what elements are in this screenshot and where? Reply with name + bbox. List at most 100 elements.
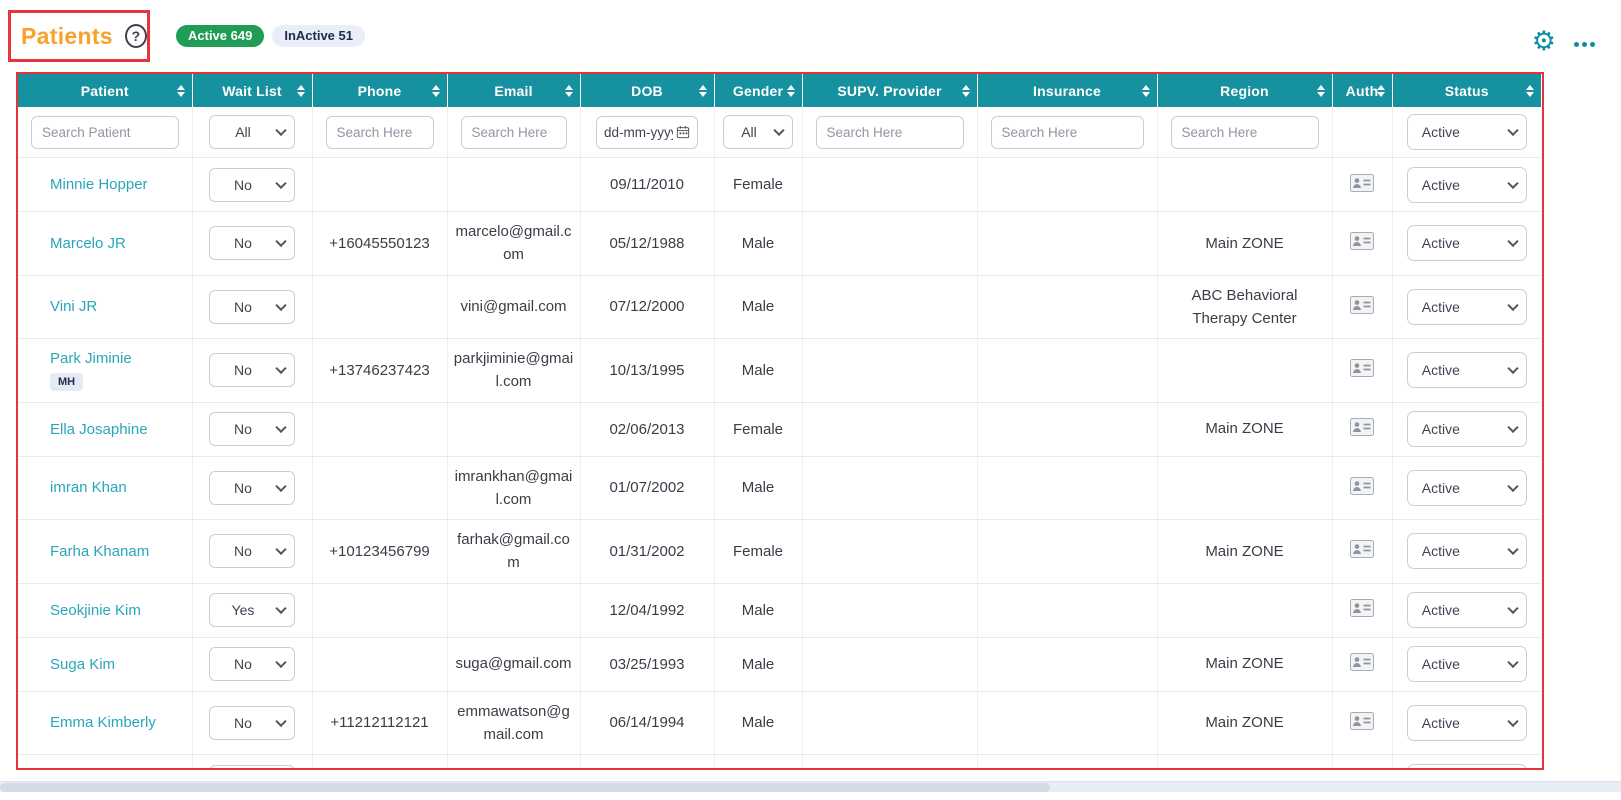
sort-icon[interactable]: [961, 84, 970, 97]
status-select[interactable]: Active: [1406, 352, 1527, 389]
auth-card-icon[interactable]: [1350, 359, 1374, 378]
auth-card-icon[interactable]: [1350, 711, 1374, 730]
auth-card-icon[interactable]: [1350, 540, 1374, 559]
sort-icon[interactable]: [176, 84, 185, 97]
sort-icon[interactable]: [1526, 84, 1534, 97]
sort-icon[interactable]: [698, 84, 707, 97]
patient-name-link[interactable]: Emma Kimberly: [50, 714, 156, 731]
column-header-dob[interactable]: DOB: [580, 74, 715, 107]
sort-icon[interactable]: [1316, 84, 1325, 97]
region-cell: [1157, 583, 1333, 638]
sort-icon[interactable]: [1376, 84, 1385, 97]
wait-list-select[interactable]: No: [209, 226, 295, 261]
patient-name-link[interactable]: imran Khan: [50, 479, 127, 496]
gender-cell: Male: [714, 211, 803, 276]
sort-icon[interactable]: [431, 84, 440, 97]
sort-icon[interactable]: [1141, 84, 1150, 97]
status-select[interactable]: Active: [1406, 704, 1527, 741]
gender-cell: Male: [714, 583, 803, 638]
wait-list-select[interactable]: No: [209, 647, 295, 681]
patient-name-link[interactable]: Suga Kim: [50, 656, 115, 673]
patient-cell: Park Jiminie MH: [18, 338, 193, 403]
column-header-status[interactable]: Status: [1392, 74, 1541, 107]
column-header-region[interactable]: Region: [1157, 74, 1333, 107]
patient-name-link[interactable]: Seokjinie Kim: [50, 602, 141, 619]
wait-list-select[interactable]: No: [209, 167, 295, 202]
filter-input-email[interactable]: [460, 115, 567, 149]
filter-input-phone[interactable]: [325, 115, 434, 149]
column-header-patient[interactable]: Patient: [18, 74, 193, 107]
column-header-supv-provider[interactable]: SUPV. Provider: [802, 74, 978, 107]
auth-card-icon[interactable]: [1350, 599, 1374, 617]
help-icon[interactable]: ?: [124, 24, 147, 48]
supv-provider-cell: [802, 211, 978, 276]
horizontal-scrollbar[interactable]: [0, 781, 1621, 792]
filter-input-insurance[interactable]: [990, 115, 1144, 149]
filter-select-status[interactable]: Active: [1406, 114, 1527, 150]
column-header-email[interactable]: Email: [447, 74, 581, 107]
status-cell: Active: [1392, 583, 1541, 638]
patient-name-link[interactable]: Ella Josaphine: [50, 421, 148, 438]
wait-list-select[interactable]: No: [209, 534, 295, 569]
more-options-icon[interactable]: [1574, 36, 1595, 47]
patient-name-link[interactable]: Park Jiminie: [50, 350, 132, 367]
filter-input-region[interactable]: [1170, 115, 1319, 149]
status-select[interactable]: Active: [1406, 288, 1527, 325]
auth-card-icon[interactable]: [1350, 232, 1374, 251]
auth-card-icon[interactable]: [1350, 653, 1374, 671]
wait-list-cell: No: [192, 275, 313, 339]
status-select[interactable]: Active: [1406, 592, 1527, 628]
filter-row: All dd-mm-yyyy All Active: [18, 107, 1541, 158]
status-select[interactable]: Active: [1406, 411, 1527, 447]
sort-icon[interactable]: [296, 84, 305, 97]
wait-list-select[interactable]: No: [209, 764, 295, 768]
active-count-badge[interactable]: Active 649: [176, 25, 265, 48]
patient-name-link[interactable]: Farha Khanam: [50, 543, 149, 560]
phone-cell: [312, 637, 448, 692]
filter-select-wait-list[interactable]: All: [209, 115, 295, 149]
filter-date-dob[interactable]: dd-mm-yyyy: [596, 115, 698, 149]
status-select[interactable]: Active: [1406, 533, 1527, 570]
wait-list-select[interactable]: No: [209, 353, 295, 388]
status-select[interactable]: Active: [1406, 763, 1527, 768]
column-header-wait-list[interactable]: Wait List: [192, 74, 313, 107]
auth-card-icon[interactable]: [1350, 476, 1374, 495]
sort-icon[interactable]: [564, 84, 573, 97]
dob-cell: 09/11/2010: [580, 157, 715, 212]
filter-input-supv-provider[interactable]: [815, 115, 964, 149]
status-select[interactable]: Active: [1406, 225, 1527, 262]
auth-card-icon[interactable]: [1350, 295, 1374, 314]
patient-name-link[interactable]: Vini JR: [50, 298, 97, 315]
auth-card-icon[interactable]: [1350, 418, 1374, 436]
chevron-down-icon: [275, 177, 287, 189]
patients-table-container: Patient Wait List Phone Email DOB Gender…: [16, 72, 1544, 770]
column-header-insurance[interactable]: Insurance: [977, 74, 1158, 107]
status-badges: Active 649 InActive 51: [176, 25, 365, 48]
sort-icon[interactable]: [786, 84, 795, 97]
column-header-gender[interactable]: Gender: [714, 74, 803, 107]
patient-name-link[interactable]: Minnie Hopper: [50, 176, 148, 193]
status-select[interactable]: Active: [1406, 469, 1527, 506]
status-select[interactable]: Active: [1406, 166, 1527, 203]
scrollbar-thumb[interactable]: [0, 783, 1050, 792]
auth-cell: [1332, 402, 1393, 457]
filter-cell-gender: All: [714, 107, 803, 158]
wait-list-select[interactable]: No: [209, 289, 295, 324]
wait-list-select[interactable]: No: [209, 470, 295, 505]
insurance-cell: [977, 456, 1158, 520]
auth-cell: [1332, 583, 1393, 638]
column-header-phone[interactable]: Phone: [312, 74, 448, 107]
gear-icon[interactable]: ⚙: [1532, 28, 1556, 55]
status-select[interactable]: Active: [1406, 646, 1527, 682]
status-cell: Active: [1392, 157, 1541, 212]
wait-list-select[interactable]: No: [209, 705, 295, 740]
wait-list-select[interactable]: Yes: [209, 593, 295, 627]
wait-list-select[interactable]: No: [209, 412, 295, 446]
inactive-count-badge[interactable]: InActive 51: [272, 25, 365, 48]
column-header-auth[interactable]: Auth: [1332, 74, 1393, 107]
filter-input-patient[interactable]: [31, 115, 179, 149]
patient-name-link[interactable]: Marcelo JR: [50, 235, 126, 252]
auth-card-icon[interactable]: [1350, 173, 1374, 192]
filter-select-gender[interactable]: All: [723, 115, 793, 149]
status-cell: Active: [1392, 402, 1541, 457]
